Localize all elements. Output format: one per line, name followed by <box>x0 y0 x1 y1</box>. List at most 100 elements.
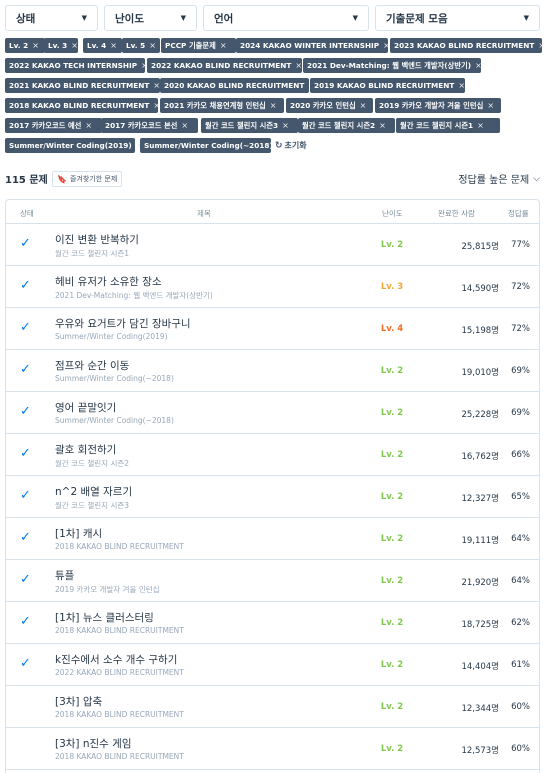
close-icon[interactable]: × <box>181 121 188 130</box>
close-icon[interactable]: × <box>71 41 78 50</box>
filter-chip[interactable]: Lv. 4 × <box>83 38 122 53</box>
problem-title[interactable]: 괄호 회전하기 <box>55 442 116 457</box>
table-row[interactable]: ✓ 이진 변환 반복하기 월간 코드 챌린지 시즌1 Lv. 2 25,815명 77% <box>6 224 539 266</box>
filter-chip[interactable]: 2019 KAKAO BLIND RECRUITMENT × <box>310 78 465 93</box>
filter-chip[interactable]: 2019 카카오 개발자 겨울 인턴십 × <box>375 98 501 113</box>
problem-level: Lv. 2 <box>380 576 404 586</box>
column-level[interactable]: 난이도 <box>382 208 403 219</box>
filter-chip[interactable]: Summer/Winter Coding(2019)× <box>5 138 142 153</box>
filter-chip[interactable]: 2024 KAKAO WINTER INTERNSHIP × <box>236 38 390 53</box>
filter-chip[interactable]: Lv. 5 × <box>122 38 160 53</box>
favorites-filter-label: 즐겨찾기한 문제 <box>69 175 118 183</box>
close-icon[interactable]: × <box>295 61 302 70</box>
close-icon[interactable]: × <box>270 101 277 110</box>
problem-title[interactable]: n^2 배열 자르기 <box>55 484 132 499</box>
table-row[interactable]: ✓ [1차] 캐시 2018 KAKAO BLIND RECRUITMENT Lv. … <box>6 518 539 560</box>
close-icon[interactable]: × <box>458 81 465 90</box>
problem-title[interactable]: 헤비 유저가 소유한 장소 <box>55 274 162 289</box>
problem-collection: 월간 코드 챌린지 시즌1 <box>55 249 130 258</box>
close-icon[interactable]: × <box>487 101 494 110</box>
refresh-icon: ↻ <box>275 140 283 151</box>
table-row[interactable]: ✓ 우유와 요거트가 담긴 장바구니 Summer/Winter Coding(20… <box>6 308 539 350</box>
close-icon[interactable]: × <box>538 41 545 50</box>
filter-chip[interactable]: Summer/Winter Coding(~2018) × <box>140 138 284 153</box>
close-icon[interactable]: × <box>360 101 367 110</box>
problem-title[interactable]: [3차] 압축 <box>55 694 102 709</box>
close-icon[interactable]: × <box>110 41 117 50</box>
completed-count: 25,815명 <box>461 242 499 252</box>
problem-level: Lv. 2 <box>380 408 404 418</box>
filter-chip[interactable]: 2017 카카오코드 예선 × <box>5 118 102 133</box>
filter-chip[interactable]: 월간 코드 챌린지 시즌1 × <box>396 118 500 133</box>
problem-collection: 2019 카카오 개발자 겨울 인턴십 <box>55 585 160 594</box>
filter-chip-label: 2022 KAKAO TECH INTERNSHIP <box>9 61 138 70</box>
filter-chip-label: 2020 카카오 인턴십 <box>290 100 356 110</box>
filter-chip[interactable]: 월간 코드 챌린지 시즌3 × <box>201 118 298 133</box>
problem-collection: 2018 KAKAO BLIND RECRUITMENT <box>55 752 184 761</box>
problem-title[interactable]: 영어 끝말잇기 <box>55 400 116 415</box>
close-icon[interactable]: × <box>475 61 482 70</box>
filter-chip[interactable]: 2021 Dev-Matching: 웹 백엔드 개발자(상반기) × <box>303 58 482 73</box>
filter-chip[interactable]: 2020 KAKAO BLIND RECRUITMENT× <box>160 78 315 93</box>
completed-count: 16,762명 <box>461 452 499 462</box>
column-completed[interactable]: 완료한 사람 <box>438 208 475 219</box>
filter-chip[interactable]: 2023 KAKAO BLIND RECRUITMENT × <box>390 38 545 53</box>
status-dropdown[interactable]: 상태 ▼ <box>5 5 98 31</box>
chevron-down-icon: ▼ <box>523 14 529 22</box>
language-dropdown[interactable]: 언어 ▼ <box>203 5 369 31</box>
filter-chip-label: 2024 KAKAO WINTER INTERNSHIP <box>240 41 380 50</box>
level-dropdown[interactable]: 난이도 ▼ <box>104 5 197 31</box>
problem-collection: 2018 KAKAO BLIND RECRUITMENT <box>55 710 184 719</box>
problem-collection: Summer/Winter Coding(~2018) <box>55 416 174 425</box>
close-icon[interactable]: × <box>282 121 289 130</box>
accuracy-rate: 77% <box>511 240 530 250</box>
reset-filters-button[interactable]: ↻ 초기화 <box>275 138 307 153</box>
filter-chip[interactable]: 2020 카카오 인턴십 × <box>286 98 373 113</box>
filter-chip[interactable]: 2018 KAKAO BLIND RECRUITMENT × <box>5 98 160 113</box>
favorites-filter-button[interactable]: 🔖 즐겨찾기한 문제 <box>52 171 123 187</box>
problem-title[interactable]: [1차] 캐시 <box>55 526 102 541</box>
close-icon[interactable]: × <box>477 121 484 130</box>
filter-chip[interactable]: 2021 KAKAO BLIND RECRUITMENT × <box>5 78 160 93</box>
close-icon[interactable]: × <box>379 121 386 130</box>
problem-title[interactable]: 우유와 요거트가 담긴 장바구니 <box>55 316 191 331</box>
table-row[interactable]: [3차] 압축 2018 KAKAO BLIND RECRUITMENT Lv. 2… <box>6 686 539 728</box>
close-icon[interactable]: × <box>383 41 390 50</box>
table-row[interactable]: ✓ 괄호 회전하기 월간 코드 챌린지 시즌2 Lv. 2 16,762명 66% <box>6 434 539 476</box>
accuracy-rate: 64% <box>511 534 530 544</box>
table-row[interactable]: ✓ [1차] 뉴스 클러스터링 2018 KAKAO BLIND RECRUITME… <box>6 602 539 644</box>
problem-title[interactable]: [1차] 뉴스 클러스터링 <box>55 610 154 625</box>
close-icon[interactable]: × <box>85 121 92 130</box>
column-title[interactable]: 제목 <box>197 208 211 219</box>
filter-chip[interactable]: 2022 KAKAO BLIND RECRUITMENT × <box>147 58 302 73</box>
column-rate[interactable]: 정답률 <box>508 208 529 219</box>
accuracy-rate: 72% <box>511 324 530 334</box>
table-row[interactable]: ✓ 점프와 순간 이동 Summer/Winter Coding(~2018) Lv.… <box>6 350 539 392</box>
table-row[interactable]: ✓ 영어 끝말잇기 Summer/Winter Coding(~2018) Lv. 2… <box>6 392 539 434</box>
filter-chip[interactable]: PCCP 기출문제 × <box>161 38 236 53</box>
table-row[interactable]: ✓ n^2 배열 자르기 월간 코드 챌린지 시즌3 Lv. 2 12,327명 65% <box>6 476 539 518</box>
table-row[interactable]: ✓ k진수에서 소수 개수 구하기 2022 KAKAO BLIND RECRUIT… <box>6 644 539 686</box>
sort-dropdown[interactable]: 정답률 높은 문제 ⌵ <box>458 171 540 187</box>
filter-chip[interactable]: Lv. 2 × <box>5 38 45 53</box>
filter-chip[interactable]: Lv. 3 × <box>44 38 78 53</box>
column-status[interactable]: 상태 <box>20 208 34 219</box>
filter-chip[interactable]: 2022 KAKAO TECH INTERNSHIP × <box>5 58 148 73</box>
problem-title[interactable]: 튜플 <box>55 568 74 583</box>
problem-title[interactable]: 점프와 순간 이동 <box>55 358 129 373</box>
filter-chip[interactable]: 2021 카카오 채용연계형 인턴십 × <box>160 98 284 113</box>
close-icon[interactable]: × <box>32 41 39 50</box>
problem-title[interactable]: k진수에서 소수 개수 구하기 <box>55 652 177 667</box>
problem-title[interactable]: [3차] n진수 게임 <box>55 736 132 751</box>
table-row[interactable]: ✓ 헤비 유저가 소유한 장소 2021 Dev-Matching: 웹 백엔드 개… <box>6 266 539 308</box>
close-icon[interactable]: × <box>220 41 227 50</box>
filter-chip-label: 2021 KAKAO BLIND RECRUITMENT <box>9 81 150 90</box>
solved-check-icon: ✓ <box>20 572 31 587</box>
close-icon[interactable]: × <box>149 41 156 50</box>
table-row[interactable]: ✓ 튜플 2019 카카오 개발자 겨울 인턴십 Lv. 2 21,920명 64% <box>6 560 539 602</box>
filter-chip[interactable]: 월간 코드 챌린지 시즌2 × <box>298 118 395 133</box>
table-row[interactable]: [3차] n진수 게임 2018 KAKAO BLIND RECRUITMENT L… <box>6 728 539 770</box>
problem-title[interactable]: 이진 변환 반복하기 <box>55 232 139 247</box>
filter-chip[interactable]: 2017 카카오코드 본선 × <box>101 118 198 133</box>
collection-dropdown[interactable]: 기출문제 모음 ▼ <box>375 5 540 31</box>
